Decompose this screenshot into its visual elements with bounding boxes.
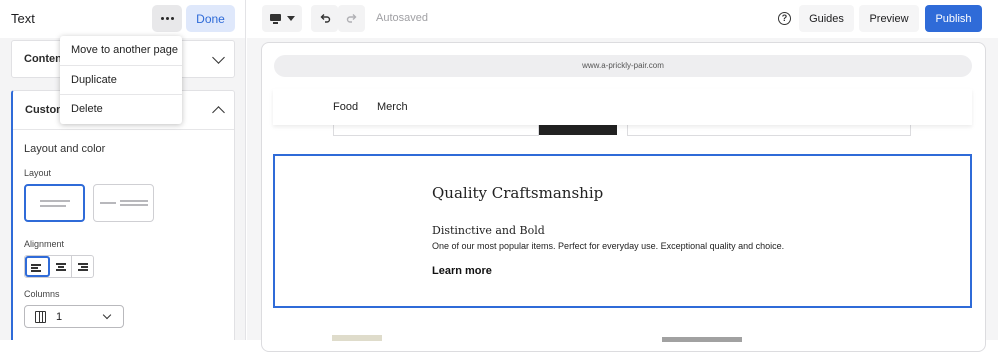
preview-button[interactable]: Preview xyxy=(859,5,919,32)
layout-label: Layout xyxy=(24,168,52,178)
menu-item-move[interactable]: Move to another page xyxy=(60,36,182,65)
done-button[interactable]: Done xyxy=(186,5,235,32)
layout-line xyxy=(40,205,66,207)
site-nav: Food Merch xyxy=(273,89,972,125)
chevron-down-icon xyxy=(102,310,112,320)
panel-header: Text Done xyxy=(0,0,245,38)
redo-button[interactable] xyxy=(338,5,365,32)
layout-line xyxy=(120,204,148,206)
align-left-button[interactable] xyxy=(25,256,50,277)
layout-line xyxy=(100,202,116,204)
top-toolbar: Autosaved ? Guides Preview Publish xyxy=(247,0,998,38)
align-left-icon xyxy=(31,270,41,272)
desktop-icon xyxy=(270,14,281,24)
product-button-peek xyxy=(539,125,617,135)
menu-item-delete[interactable]: Delete xyxy=(60,94,182,123)
browser-frame: www.a-prickly-pair.com Food Merch Qualit… xyxy=(261,42,986,352)
alignment-label: Alignment xyxy=(24,239,65,249)
nav-link-merch[interactable]: Merch xyxy=(377,101,408,113)
more-dot-icon xyxy=(160,17,164,20)
align-right-icon xyxy=(81,266,88,268)
chevron-down-icon[interactable] xyxy=(212,51,225,64)
align-right-icon xyxy=(78,269,88,271)
layout-line xyxy=(40,200,70,202)
customize-section: Customize Layout and color Layout Alignm… xyxy=(11,90,235,340)
columns-value: 1 xyxy=(56,311,63,323)
url-bar: www.a-prickly-pair.com xyxy=(274,55,972,77)
next-section-logo-peek xyxy=(332,335,382,341)
undo-icon xyxy=(320,14,331,23)
publish-button[interactable]: Publish xyxy=(925,5,982,32)
alignment-group xyxy=(24,255,94,278)
layout-option-left[interactable] xyxy=(24,184,85,222)
align-center-button[interactable] xyxy=(50,256,72,277)
product-card-peek xyxy=(627,125,911,136)
section-divider xyxy=(13,129,234,130)
product-card-peek xyxy=(333,125,539,136)
undo-button[interactable] xyxy=(311,5,338,32)
help-icon[interactable]: ? xyxy=(778,12,791,25)
layout-line xyxy=(120,200,148,202)
more-options-button[interactable] xyxy=(152,5,182,32)
device-switcher-button[interactable] xyxy=(262,5,302,32)
align-left-icon xyxy=(31,264,41,266)
learn-more-link[interactable]: Learn more xyxy=(432,265,492,277)
align-center-icon xyxy=(58,266,64,268)
more-dot-icon xyxy=(170,17,174,20)
align-left-icon xyxy=(31,267,38,269)
autosave-status: Autosaved xyxy=(376,12,428,24)
layout-option-split[interactable] xyxy=(93,184,154,222)
more-dot-icon xyxy=(165,17,169,20)
nav-link-food[interactable]: Food xyxy=(333,101,358,113)
preview-canvas: www.a-prickly-pair.com Food Merch Qualit… xyxy=(247,38,998,352)
options-menu: Move to another page Duplicate Delete xyxy=(60,36,182,124)
columns-label: Columns xyxy=(24,289,60,299)
caret-down-icon xyxy=(287,16,295,21)
menu-item-duplicate[interactable]: Duplicate xyxy=(60,65,182,94)
panel-title: Text xyxy=(11,11,35,26)
align-center-icon xyxy=(56,263,66,265)
chevron-up-icon[interactable] xyxy=(212,106,225,119)
align-right-icon xyxy=(78,263,88,265)
layout-color-heading: Layout and color xyxy=(24,143,106,155)
section-title[interactable]: Quality Craftsmanship xyxy=(432,184,603,202)
columns-icon xyxy=(35,311,46,323)
columns-select[interactable]: 1 xyxy=(24,305,124,328)
align-center-icon xyxy=(56,269,66,271)
align-right-button[interactable] xyxy=(72,256,93,277)
guides-button[interactable]: Guides xyxy=(799,5,854,32)
section-body[interactable]: One of our most popular items. Perfect f… xyxy=(432,241,784,251)
selected-text-section[interactable]: Quality Craftsmanship Distinctive and Bo… xyxy=(273,154,972,308)
redo-icon xyxy=(346,14,357,23)
section-subtitle[interactable]: Distinctive and Bold xyxy=(432,224,545,237)
